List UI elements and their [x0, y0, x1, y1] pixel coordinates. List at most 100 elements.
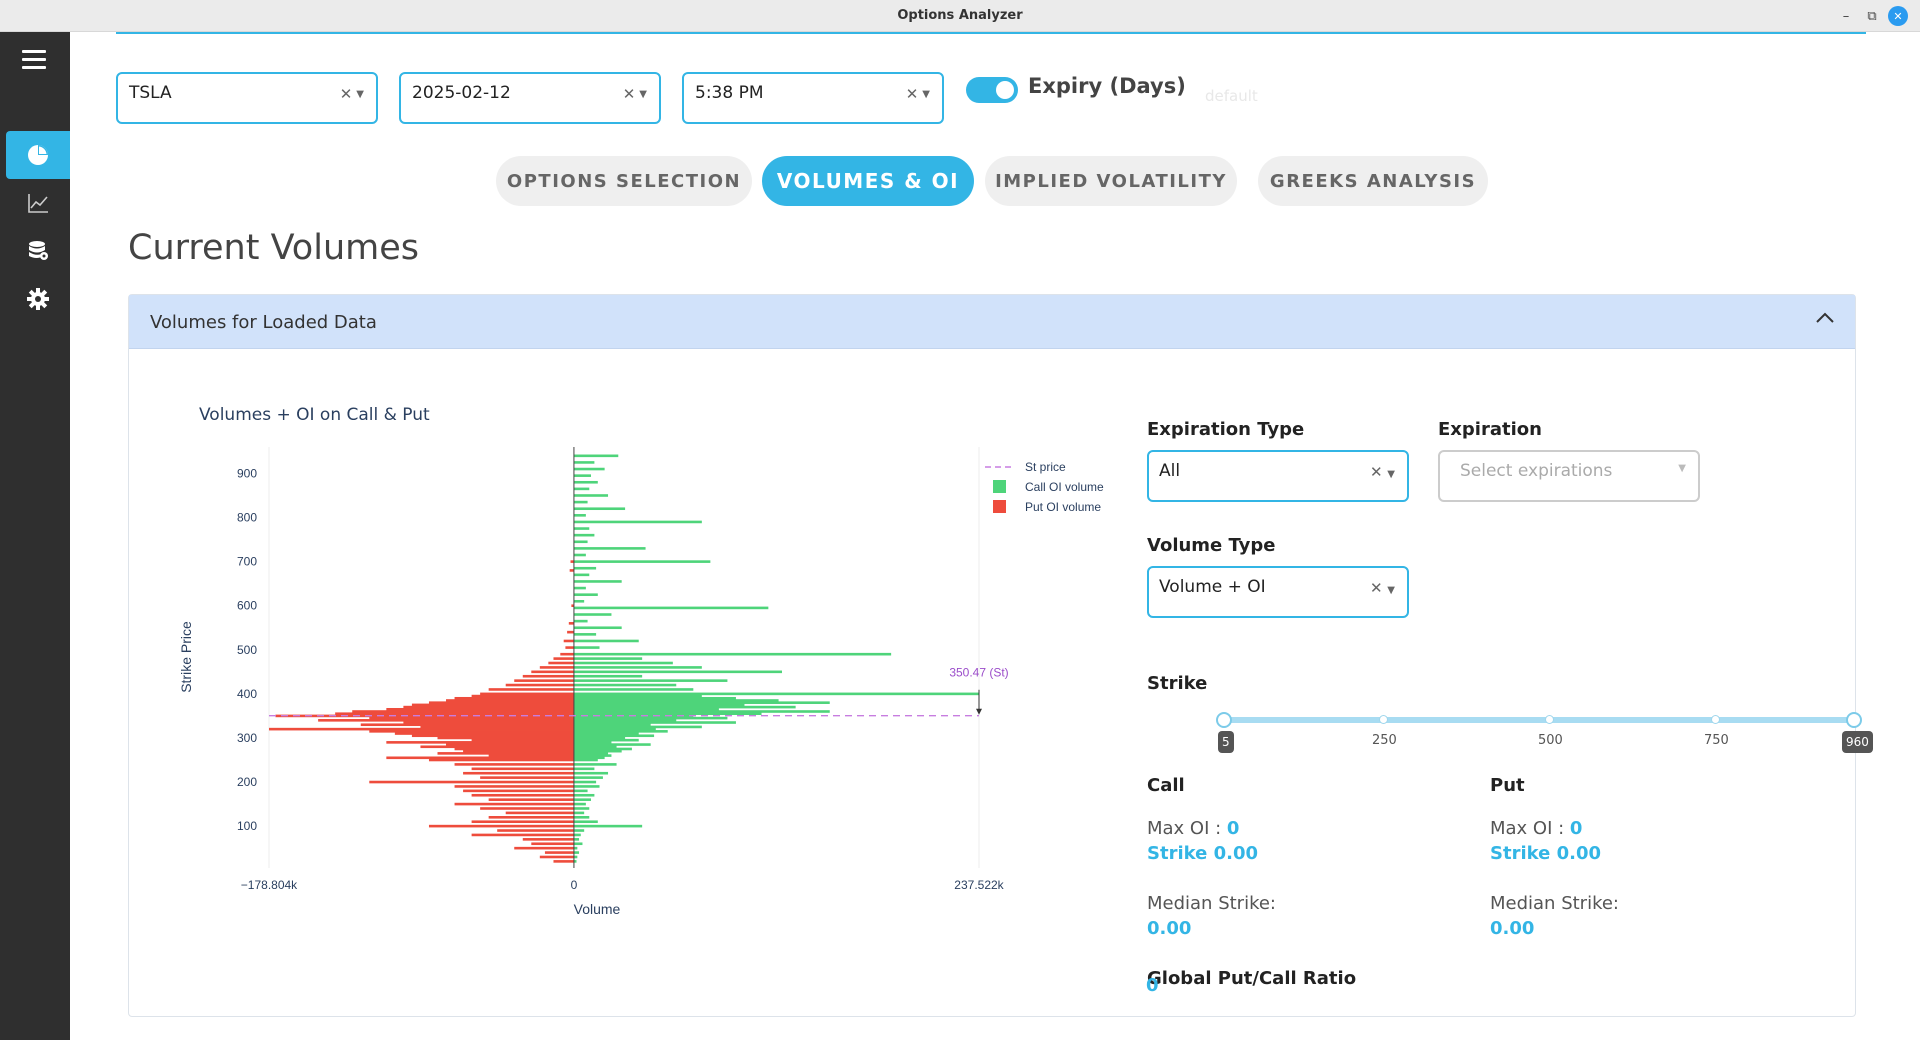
slider-tick-label: 500 — [1538, 733, 1563, 748]
call-bar — [573, 533, 595, 537]
call-bar — [573, 846, 578, 850]
spot-price-arrowhead — [976, 708, 982, 715]
call-bar — [573, 679, 728, 682]
clear-icon[interactable]: ✕ — [340, 85, 353, 103]
put-median-value: 0.00 — [1490, 918, 1535, 939]
slider-max-badge: 960 — [1842, 731, 1873, 753]
date-dropdown[interactable]: 2025-02-12 ✕ ▼ — [399, 72, 661, 124]
chevron-down-icon[interactable]: ▼ — [1678, 463, 1686, 474]
expiration-type-dropdown[interactable]: All ✕ ▼ — [1147, 450, 1409, 502]
clear-icon[interactable]: ✕ — [623, 85, 636, 103]
put-bar — [548, 661, 574, 665]
window-titlebar: Options Analyzer – ⧉ ✕ — [0, 0, 1920, 32]
expiration-dropdown[interactable]: Select expirations ▼ — [1438, 450, 1700, 502]
tab-volumes-oi[interactable]: VOLUMES & OI — [762, 156, 974, 206]
chevron-down-icon[interactable]: ▼ — [639, 89, 647, 100]
call-bar — [573, 670, 782, 674]
ticker-dropdown[interactable]: TSLA ✕ ▼ — [116, 72, 378, 124]
gear-icon — [27, 288, 49, 310]
chevron-down-icon[interactable]: ▼ — [1387, 469, 1395, 480]
y-tick-label: 200 — [237, 775, 257, 789]
minimize-icon[interactable]: – — [1836, 6, 1856, 26]
call-bar — [573, 785, 600, 788]
chevron-down-icon[interactable]: ▼ — [1387, 585, 1395, 596]
volume-type-label: Volume Type — [1147, 535, 1276, 556]
clear-icon[interactable]: ✕ — [1370, 463, 1383, 481]
volumes-chart: Volumes + OI on Call & Put 350.47 (St) 10… — [129, 350, 1129, 1010]
expiry-days-toggle[interactable] — [966, 77, 1018, 103]
call-bar — [573, 776, 603, 779]
chevron-down-icon[interactable]: ▼ — [922, 89, 930, 100]
call-bar — [573, 467, 605, 471]
call-bar — [573, 619, 588, 623]
sidebar-item-line-chart[interactable] — [6, 179, 70, 227]
call-bar — [573, 807, 590, 810]
volume-type-dropdown[interactable]: Volume + OI ✕ ▼ — [1147, 566, 1409, 618]
slider-min-handle[interactable] — [1216, 712, 1232, 728]
put-heading: Put — [1490, 775, 1525, 796]
call-bar — [573, 480, 598, 484]
call-bar — [573, 780, 597, 784]
legend-call-label: Call OI volume — [1025, 480, 1104, 494]
tab-greeks-analysis[interactable]: GREEKS ANALYSIS — [1258, 156, 1488, 206]
put-bar — [505, 811, 574, 815]
call-bar — [573, 593, 598, 596]
slider-tick-label: 250 — [1372, 733, 1397, 748]
call-bar — [573, 573, 590, 577]
hamburger-menu-icon[interactable] — [22, 50, 46, 72]
put-bar — [560, 652, 574, 656]
expiry-days-label: Expiry (Days) — [1028, 74, 1186, 98]
clear-icon[interactable]: ✕ — [906, 85, 919, 103]
chevron-down-icon[interactable]: ▼ — [356, 89, 364, 100]
tab-options-selection[interactable]: OPTIONS SELECTION — [496, 156, 752, 206]
call-bar — [573, 613, 612, 616]
call-bar — [573, 507, 626, 511]
strike-range-slider[interactable]: 250 500 750 5 960 — [1216, 707, 1876, 767]
call-bar — [573, 461, 595, 464]
call-bar — [573, 454, 619, 458]
call-bar — [573, 652, 892, 656]
put-call-ratio-label: Global Put/Call Ratio — [1147, 968, 1357, 989]
call-bar — [573, 842, 583, 846]
put-median-label: Median Strike: — [1490, 893, 1619, 914]
call-bar — [573, 661, 673, 665]
call-bar — [573, 606, 769, 610]
slider-mark-500 — [1545, 715, 1554, 724]
call-bar — [573, 527, 590, 530]
sidebar-item-pie-chart[interactable] — [6, 131, 70, 179]
close-icon[interactable]: ✕ — [1888, 6, 1908, 26]
restore-icon[interactable]: ⧉ — [1862, 6, 1882, 26]
sidebar-item-database[interactable] — [6, 227, 70, 275]
y-axis-title: Strike Price — [178, 621, 194, 693]
expiration-placeholder: Select expirations — [1460, 461, 1613, 481]
panel-header[interactable]: Volumes for Loaded Data — [129, 295, 1855, 349]
spot-price-annotation: 350.47 (St) — [949, 666, 1008, 680]
time-dropdown[interactable]: 5:38 PM ✕ ▼ — [682, 72, 944, 124]
put-bar — [480, 807, 574, 810]
clear-icon[interactable]: ✕ — [1370, 579, 1383, 597]
put-bar — [514, 846, 574, 850]
x-tick-label: 0 — [571, 878, 578, 892]
x-axis-title: Volume — [574, 901, 621, 917]
window-title: Options Analyzer — [897, 8, 1023, 23]
tab-implied-volatility[interactable]: IMPLIED VOLATILITY — [985, 156, 1237, 206]
put-bar — [463, 771, 574, 775]
call-bar — [573, 824, 643, 828]
put-bar — [428, 824, 574, 828]
put-bar — [522, 674, 574, 678]
date-value: 2025-02-12 — [412, 83, 511, 103]
put-bar — [553, 657, 574, 660]
put-max-oi: Max OI : 0 — [1490, 818, 1582, 839]
sidebar-item-settings[interactable] — [6, 275, 70, 323]
call-bar — [573, 771, 609, 775]
database-icon — [29, 241, 48, 260]
put-bar — [553, 860, 574, 863]
slider-track[interactable] — [1222, 717, 1856, 723]
chevron-up-icon[interactable] — [1815, 311, 1835, 325]
slider-max-handle[interactable] — [1846, 712, 1862, 728]
call-bar — [573, 633, 597, 636]
put-max-oi-label: Max OI : — [1490, 818, 1570, 839]
legend-call-swatch — [993, 480, 1006, 493]
put-bar — [563, 639, 574, 643]
put-call-ratio-value: 0 — [1146, 975, 1159, 996]
